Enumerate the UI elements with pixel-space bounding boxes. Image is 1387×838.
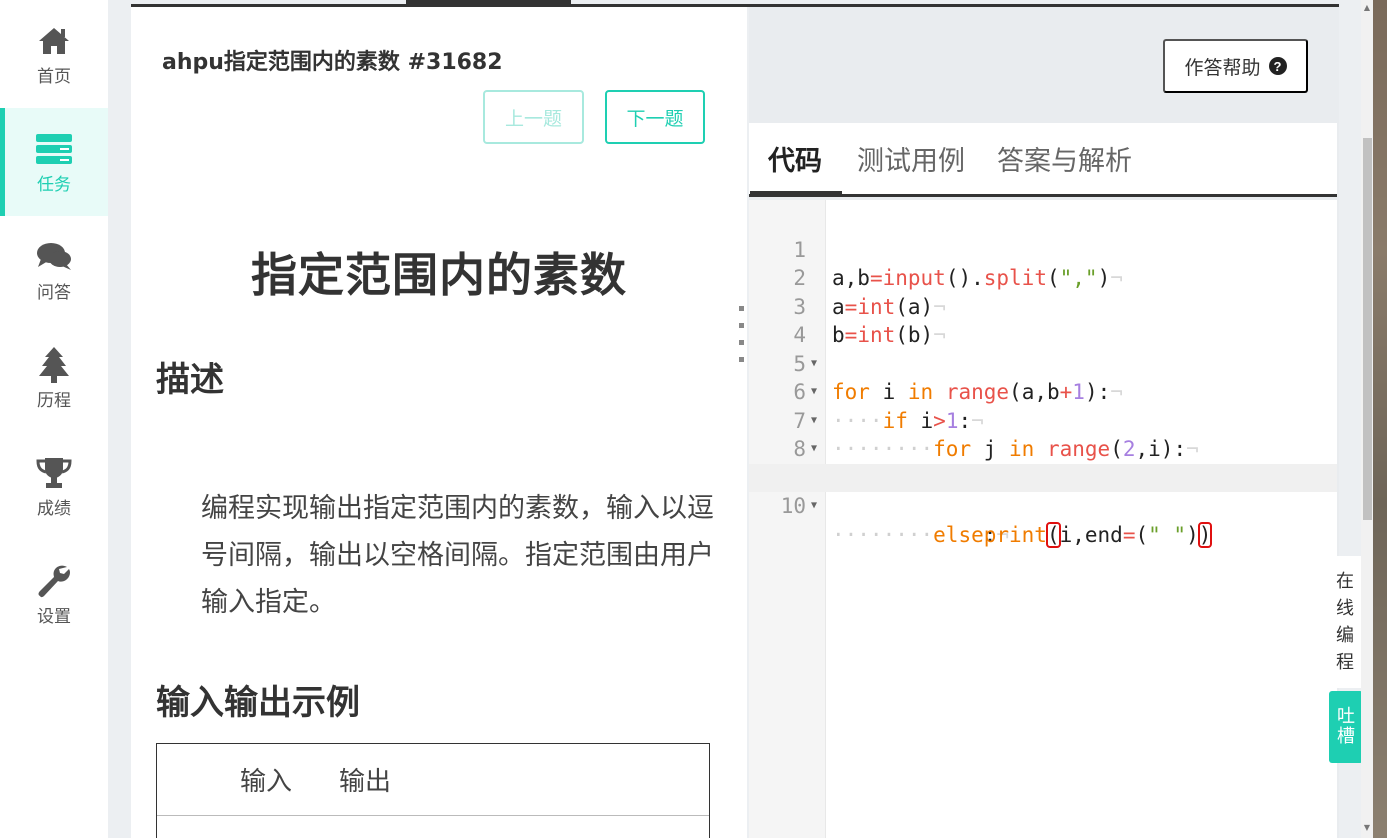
tab-test-cases[interactable]: 测试用例 (857, 123, 965, 194)
problem-id-title: ahpu指定范围内的素数 #31682 (162, 50, 503, 75)
nav-item-home[interactable]: 首页 (0, 0, 108, 108)
code-line: 2 a=int(a)¬ (793, 266, 946, 319)
background-image-edge (1373, 0, 1387, 838)
code-editor[interactable]: 1 a,b=input().split(",")¬ 2 a=int(a)¬ 3 … (749, 200, 1337, 838)
nav-label-settings: 设置 (37, 606, 71, 627)
tab-answer-analysis[interactable]: 答案与解析 (997, 123, 1132, 194)
code-line: 7 ▼ ············if i%j==0:¬ (749, 378, 1337, 490)
io-example-heading: 输入输出示例 (156, 683, 360, 723)
code-line: 6 ▼ ········for j in range(2,i):¬ (793, 380, 1199, 461)
nav-label-home: 首页 (37, 66, 71, 87)
io-example-table: 输入 输出 (156, 743, 710, 838)
code-line-active: 10 print(i,end=(" ")) (749, 463, 1337, 548)
nav-item-history[interactable]: 历程 (0, 324, 108, 432)
nav-label-grades: 成绩 (37, 498, 71, 519)
nav-label-history: 历程 (37, 390, 71, 411)
server-icon (35, 130, 73, 168)
question-circle-icon: ? (1268, 57, 1287, 75)
scrollbar-thumb[interactable] (1363, 138, 1372, 520)
comments-icon (35, 238, 73, 276)
problem-title: 指定范围内的素数 (251, 248, 627, 302)
nav-item-settings[interactable]: 设置 (0, 540, 108, 648)
side-navigation: 首页 任务 问答 历程 成绩 设置 (0, 0, 108, 838)
next-problem-button[interactable]: 下一题 (605, 90, 705, 144)
io-table-body (157, 816, 709, 838)
top-bar-active-indicator (406, 0, 571, 6)
tab-code[interactable]: 代码 (750, 123, 842, 197)
io-table-header: 输入 输出 (157, 744, 709, 816)
trophy-icon (35, 454, 73, 492)
editor-panel: 作答帮助 ? 代码 测试用例 答案与解析 1 a,b=input().split… (749, 7, 1339, 838)
nav-item-grades[interactable]: 成绩 (0, 432, 108, 540)
io-output-column: 输出 (339, 767, 392, 797)
code-line: 1 a,b=input().split(",")¬ (793, 237, 1123, 291)
answer-help-label: 作答帮助 (1184, 57, 1261, 79)
nav-label-tasks: 任务 (37, 174, 71, 195)
io-input-column: 输入 (240, 767, 293, 797)
answer-help-button[interactable]: 作答帮助 ? (1163, 39, 1308, 93)
problem-panel: ahpu指定范围内的素数 #31682 上一题 下一题 指定范围内的素数 描述 … (131, 7, 747, 838)
nav-item-qa[interactable]: 问答 (0, 216, 108, 324)
online-coding-tab[interactable]: 在 线 编 程 (1329, 556, 1361, 688)
nav-label-qa: 问答 (37, 282, 71, 303)
scroll-down-arrow-icon[interactable]: ▼ (1362, 823, 1372, 833)
editor-tabs: 代码 测试用例 答案与解析 (749, 123, 1337, 197)
home-icon (35, 22, 73, 60)
description-heading: 描述 (156, 360, 224, 400)
scroll-up-arrow-icon[interactable]: ▲ (1362, 3, 1372, 13)
tree-icon (35, 346, 73, 384)
prev-problem-button[interactable]: 上一题 (483, 90, 584, 144)
wrench-icon (35, 562, 73, 600)
nav-item-tasks[interactable]: 任务 (0, 108, 108, 216)
panel-resize-handle[interactable] (737, 306, 745, 362)
code-line: 4 ▼ for i in range(a,b+1):¬ (793, 323, 1123, 404)
code-line: 3 b=int(b)¬ (793, 294, 946, 348)
feedback-tab[interactable]: 吐 槽 (1329, 691, 1363, 763)
code-line: 8 ················break¬ (793, 437, 1110, 490)
code-line: 5 ▼ ····if i>1:¬ (793, 351, 984, 433)
code-line: 9 ▼ ········else:¬ (749, 435, 1337, 547)
description-text: 编程实现输出指定范围内的素数，输入以逗号间隔，输出以空格间隔。指定范围由用户输入… (201, 493, 714, 618)
